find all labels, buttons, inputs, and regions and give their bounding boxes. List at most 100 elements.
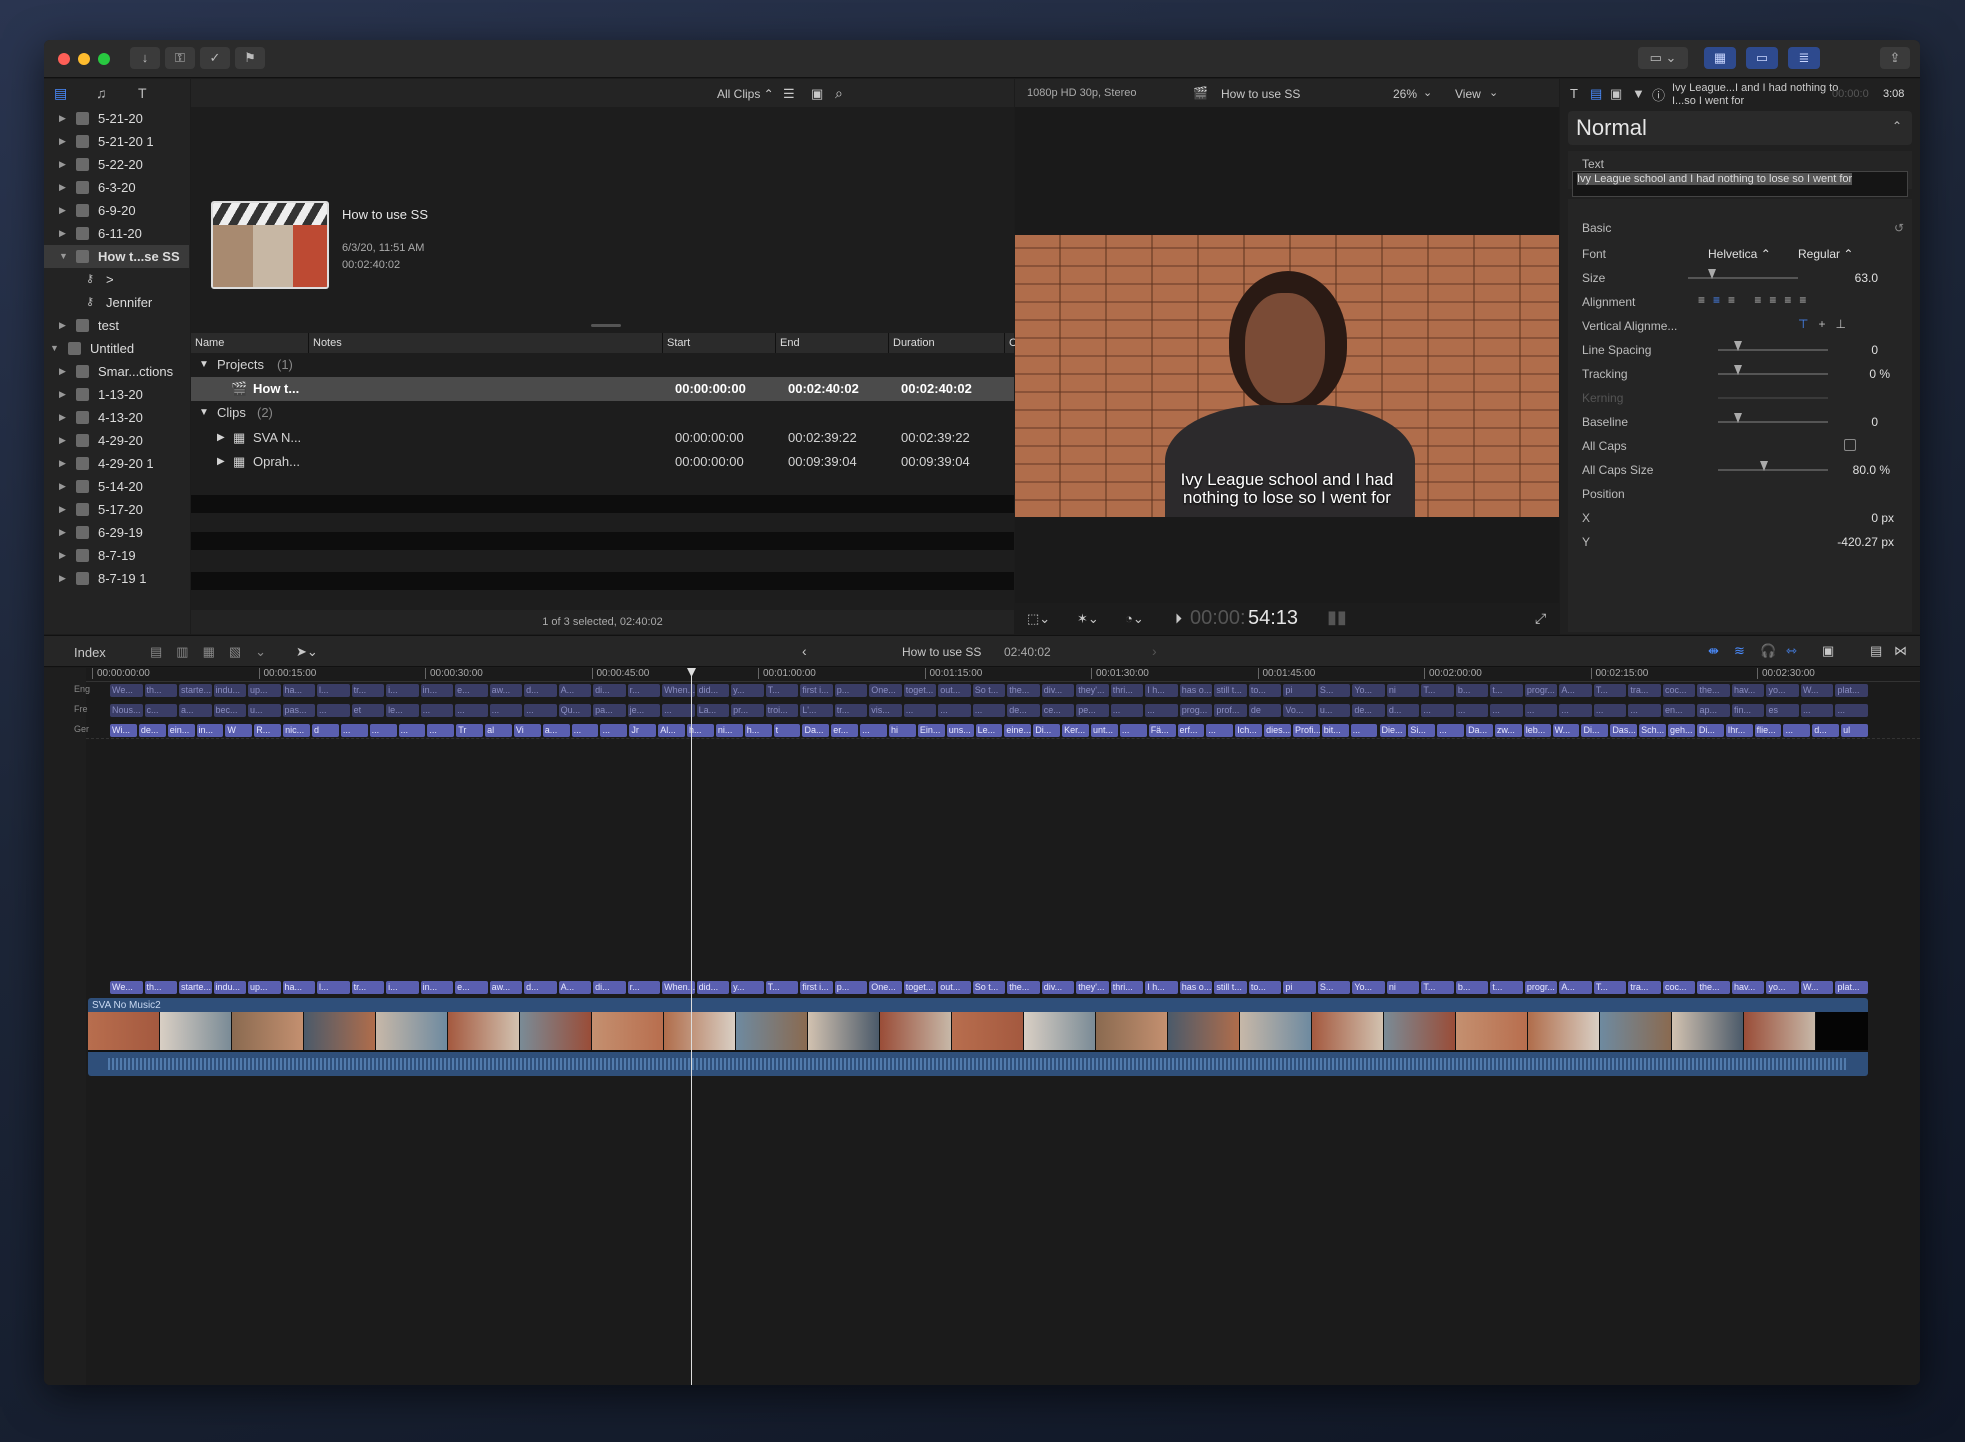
sidebar-item[interactable]: ▶ 4-13-20 xyxy=(44,406,189,429)
caption-clip[interactable]: Le... xyxy=(975,724,1003,737)
position-y-value[interactable]: -420.27 px xyxy=(1788,535,1894,549)
caption-clip[interactable]: ha... xyxy=(282,684,316,697)
forward-arrow-icon[interactable]: › xyxy=(1152,643,1157,659)
caption-clip[interactable]: So t... xyxy=(972,684,1006,697)
clip-appearance-icon[interactable]: ☰ xyxy=(783,86,795,102)
caption-text-field[interactable]: Ivy League school and I had nothing to l… xyxy=(1572,171,1908,197)
caption-clip[interactable]: geh... xyxy=(1668,724,1695,737)
caption-clip[interactable]: c... xyxy=(144,704,177,717)
caption-clip[interactable]: h... xyxy=(744,724,772,737)
sidebar-item[interactable]: ▶ 5-21-20 1 xyxy=(44,130,189,153)
caption-clip[interactable]: ein... xyxy=(167,724,195,737)
col-name[interactable]: Name xyxy=(191,333,309,353)
caption-clip[interactable]: prof... xyxy=(1214,704,1247,717)
caption-clip[interactable]: Ker... xyxy=(1062,724,1089,737)
caption-clip[interactable]: Di... xyxy=(1581,724,1609,737)
caption-clip[interactable]: p... xyxy=(834,981,868,994)
caption-clip[interactable]: W... xyxy=(1800,981,1834,994)
sidebar-item[interactable]: ▶ 5-14-20 xyxy=(44,475,189,498)
import-icon[interactable]: ↓ xyxy=(130,47,160,69)
vertical-alignment-buttons[interactable]: ⊤+⊥ xyxy=(1798,317,1856,331)
preset-dropdown[interactable]: Normal ⌃ xyxy=(1568,111,1912,145)
caption-clip[interactable]: en... xyxy=(1662,704,1696,717)
caption-clip[interactable]: up... xyxy=(248,684,281,697)
group-projects[interactable]: ▼ Projects (1) xyxy=(191,353,1014,377)
filmstrip-view-icon[interactable]: ▣ xyxy=(811,86,823,102)
caption-clip[interactable]: W... xyxy=(1552,724,1580,737)
caption-clip[interactable]: Da... xyxy=(1466,724,1493,737)
caption-clip[interactable]: ... xyxy=(938,704,971,717)
caption-clip[interactable]: ... xyxy=(1490,704,1523,717)
browser-toggle-icon[interactable]: ▦ xyxy=(1704,47,1736,69)
caption-clip[interactable]: de xyxy=(1248,704,1282,717)
caption-clip[interactable]: erf... xyxy=(1177,724,1205,737)
caption-clip[interactable]: ... xyxy=(1593,704,1627,717)
video-frame[interactable]: Ivy League school and I had nothing to l… xyxy=(1015,235,1559,517)
caption-clip[interactable]: first i... xyxy=(800,684,833,697)
caption-clip[interactable]: ... xyxy=(1145,704,1178,717)
caption-clip[interactable]: a... xyxy=(179,704,212,717)
caption-clip[interactable]: Tr xyxy=(456,724,484,737)
solo-icon[interactable]: 🎧 xyxy=(1760,643,1776,659)
caption-clip[interactable]: ... xyxy=(1110,704,1144,717)
caption-clip[interactable]: de... xyxy=(1007,704,1040,717)
caption-clip[interactable]: Yo... xyxy=(1352,981,1385,994)
libraries-icon[interactable]: ▤ xyxy=(54,85,67,102)
sidebar-item[interactable]: ▶ 5-21-20 xyxy=(44,107,189,130)
caption-clip[interactable]: Ich... xyxy=(1235,724,1263,737)
timeline-index-button[interactable]: Index xyxy=(74,645,106,660)
sidebar-item[interactable]: ⚷ > xyxy=(44,268,189,291)
caption-clip[interactable]: pi xyxy=(1283,981,1316,994)
caption-clip[interactable]: the... xyxy=(1007,684,1040,697)
sidebar-item[interactable]: ▶ 6-3-20 xyxy=(44,176,189,199)
audio-skimming-icon[interactable]: ≋ xyxy=(1734,643,1745,659)
caption-clip[interactable]: in... xyxy=(420,981,454,994)
clip-filter-dropdown[interactable]: All Clips ⌃ xyxy=(717,87,774,101)
disclosure-closed-icon[interactable]: ▶ xyxy=(59,452,66,475)
caption-clip[interactable]: y... xyxy=(731,684,764,697)
sidebar-item[interactable]: ▼ How t...se SS xyxy=(44,245,189,268)
caption-clip[interactable]: bit... xyxy=(1321,724,1349,737)
caption-clip[interactable]: d... xyxy=(524,684,557,697)
caption-clip[interactable]: pr... xyxy=(731,704,764,717)
baseline-slider[interactable] xyxy=(1718,421,1828,423)
caption-clip[interactable]: ... xyxy=(369,724,397,737)
caption-clip[interactable]: ... xyxy=(1835,704,1868,717)
caption-clip[interactable]: tra... xyxy=(1628,981,1661,994)
caption-clip[interactable]: ... xyxy=(1350,724,1378,737)
caption-clip[interactable]: ni xyxy=(1386,981,1420,994)
sidebar-item[interactable]: ▶ 4-29-20 xyxy=(44,429,189,452)
caption-clip[interactable]: One... xyxy=(869,981,902,994)
disclosure-closed-icon[interactable]: ▶ xyxy=(59,521,66,544)
caption-clip[interactable]: zw... xyxy=(1494,724,1522,737)
caption-clip[interactable]: de... xyxy=(138,724,166,737)
col-end[interactable]: End xyxy=(776,333,889,353)
skimming-icon[interactable]: ⇼ xyxy=(1708,643,1719,659)
caption-clip[interactable]: did... xyxy=(696,684,730,697)
timecode-display[interactable]: 54:13 xyxy=(1248,607,1298,630)
caption-clip[interactable]: a... xyxy=(542,724,570,737)
caption-clip[interactable]: div... xyxy=(1041,684,1075,697)
caption-clip[interactable]: th... xyxy=(144,981,177,994)
col-more[interactable]: C xyxy=(1005,333,1017,353)
caption-clip[interactable]: I h... xyxy=(1145,684,1178,697)
disclosure-closed-icon[interactable]: ▶ xyxy=(59,130,66,153)
caption-clip[interactable]: flie... xyxy=(1754,724,1782,737)
caption-clip[interactable]: hav... xyxy=(1731,981,1765,994)
caption-clip[interactable]: A... xyxy=(1559,684,1592,697)
search-icon[interactable]: ⌕ xyxy=(835,85,843,102)
caption-clip[interactable]: T... xyxy=(765,981,799,994)
basic-header[interactable]: Basic xyxy=(1582,221,1611,235)
caption-clip[interactable]: b... xyxy=(1455,981,1489,994)
caption-clip[interactable]: ... xyxy=(427,724,455,737)
caption-clip[interactable]: We... xyxy=(110,684,143,697)
caption-clip[interactable]: de... xyxy=(1352,704,1385,717)
zoom-dropdown[interactable]: 26% xyxy=(1393,87,1417,101)
caption-clip[interactable]: I h... xyxy=(1145,981,1178,994)
caption-clip[interactable]: pi xyxy=(1283,684,1316,697)
chevron-down-icon[interactable]: ⌄ xyxy=(1489,86,1498,99)
caption-clip[interactable]: One... xyxy=(869,684,902,697)
caption-clip[interactable]: je... xyxy=(627,704,661,717)
font-family-dropdown[interactable]: Helvetica ⌃ xyxy=(1708,247,1771,261)
caption-clip[interactable]: Wi... xyxy=(110,724,137,737)
